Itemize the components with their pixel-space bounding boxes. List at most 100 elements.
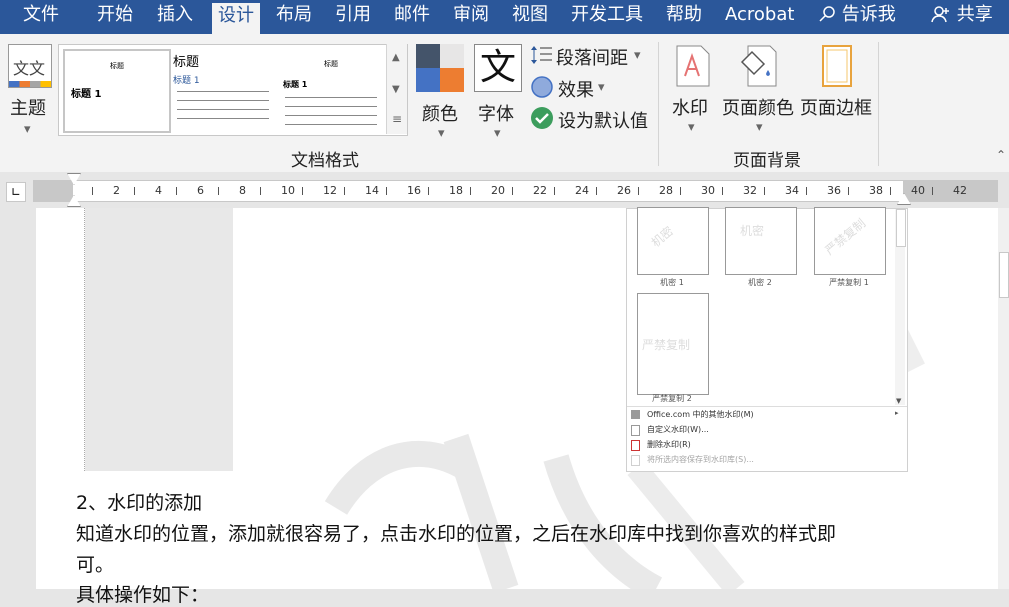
collapse-ribbon-icon[interactable]: ⌃ bbox=[996, 148, 1006, 162]
share-label: 共享 bbox=[956, 4, 993, 25]
ruler-tick-mark bbox=[806, 187, 807, 195]
style-set-item[interactable]: 标题 标题 1 bbox=[171, 49, 275, 129]
fonts-button[interactable]: 文 字体 ▾ bbox=[472, 42, 524, 142]
paragraph-spacing-label: 段落间距 bbox=[556, 48, 628, 69]
watermark-gallery-item[interactable]: 机密 bbox=[637, 207, 709, 275]
page-borders-button[interactable]: 页面边框 bbox=[800, 44, 874, 144]
gallery-scroll-thumb[interactable] bbox=[896, 209, 906, 247]
themes-icon: 文文 bbox=[8, 44, 52, 88]
save-selection-icon bbox=[631, 455, 640, 466]
chevron-down-icon: ▾ bbox=[438, 126, 445, 141]
ribbon-tab-bar: 文件 开始 插入 设计 布局 引用 邮件 审阅 视图 开发工具 帮助 Acrob… bbox=[0, 0, 1009, 37]
themes-button[interactable]: 文文 主题 ▾ bbox=[4, 42, 54, 142]
document-vertical-scrollbar[interactable] bbox=[998, 208, 1009, 589]
ruler-tick-label: 36 bbox=[827, 184, 841, 197]
tab-developer[interactable]: 开发工具 bbox=[571, 0, 643, 34]
style-body-preview bbox=[285, 91, 377, 131]
watermark-icon bbox=[676, 45, 710, 87]
style-title: 标题 bbox=[110, 62, 124, 70]
ribbon-design: 文文 主题 ▾ 标题 标题 1 标题 标题 1 标题 标题 1 ▲ ▼ ≡ 颜色… bbox=[0, 34, 1009, 173]
watermark-gallery-item[interactable]: 严禁复制 bbox=[814, 207, 886, 275]
chevron-down-icon[interactable]: ▼ bbox=[896, 397, 901, 405]
watermark-button[interactable]: 水印 ▾ bbox=[670, 44, 716, 144]
ruler-tick-label: 32 bbox=[743, 184, 757, 197]
menu-item-label: 将所选内容保存到水印库(S)... bbox=[647, 455, 754, 464]
watermark-gallery-item[interactable]: 机密 bbox=[725, 207, 797, 275]
tell-me-search[interactable]: 告诉我 bbox=[818, 0, 896, 34]
tab-references[interactable]: 引用 bbox=[335, 0, 371, 34]
set-as-default-button[interactable]: 设为默认值 bbox=[530, 106, 652, 132]
menu-more-watermarks[interactable]: Office.com 中的其他水印(M) ▸ bbox=[627, 408, 907, 422]
tab-selector[interactable]: ∟ bbox=[6, 182, 26, 202]
chevron-down-icon[interactable]: ▼ bbox=[392, 84, 400, 95]
tab-mailings[interactable]: 邮件 bbox=[394, 0, 430, 34]
menu-custom-watermark[interactable]: 自定义水印(W)... bbox=[627, 423, 907, 437]
horizontal-ruler[interactable]: 2 4 6 8 10 12 14 16 18 20 22 24 26 28 30 32 34 36 38 40 42 bbox=[33, 173, 998, 207]
watermark-label: 水印 bbox=[672, 98, 708, 119]
watermark-gallery-panel: 机密 机密 1 机密 机密 2 严禁复制 严禁复制 1 严禁复制 严禁复制 2 … bbox=[626, 207, 908, 472]
watermark-gallery-item[interactable]: 严禁复制 bbox=[637, 293, 709, 395]
chevron-up-icon[interactable]: ▲ bbox=[392, 52, 400, 63]
ruler-tick-label: 34 bbox=[785, 184, 799, 197]
style-set-item[interactable]: 标题 标题 1 bbox=[279, 49, 383, 129]
tab-help[interactable]: 帮助 bbox=[666, 0, 702, 34]
tab-layout[interactable]: 布局 bbox=[276, 0, 312, 34]
group-divider bbox=[658, 42, 659, 166]
remove-watermark-icon bbox=[631, 440, 640, 451]
ruler-tick-label: 4 bbox=[155, 184, 162, 197]
ruler-tick-label: 40 bbox=[911, 184, 925, 197]
menu-remove-watermark[interactable]: 删除水印(R) bbox=[627, 438, 907, 452]
ruler-tick-label: 6 bbox=[197, 184, 204, 197]
horizontal-ruler-area: ∟ 2 4 6 8 10 12 14 16 18 20 22 24 26 28 30 32 34 36 38 40 42 bbox=[0, 172, 1009, 208]
ruler-tick-mark bbox=[134, 187, 135, 195]
ruler-tick-mark bbox=[92, 187, 93, 195]
ruler-tick-label: 28 bbox=[659, 184, 673, 197]
menu-item-label: 删除水印(R) bbox=[647, 440, 691, 449]
page-color-button[interactable]: 页面颜色 ▾ bbox=[722, 44, 796, 144]
ruler-tick-mark bbox=[218, 187, 219, 195]
fonts-icon-glyph: 文 bbox=[479, 47, 516, 88]
gallery-scrollbar[interactable]: ▼ bbox=[895, 209, 906, 405]
chevron-down-icon: ▾ bbox=[634, 48, 641, 63]
watermark-preview-text: 严禁复制 bbox=[822, 216, 869, 258]
search-icon bbox=[819, 6, 835, 22]
panel-divider bbox=[627, 406, 907, 407]
gallery-scroll[interactable]: ▲ ▼ ≡ bbox=[386, 44, 407, 134]
tab-file[interactable]: 文件 bbox=[23, 0, 59, 34]
chevron-down-icon: ▾ bbox=[756, 120, 763, 135]
colors-label: 颜色 bbox=[422, 104, 458, 125]
office-icon bbox=[631, 410, 640, 419]
watermark-preview-text: 严禁复制 bbox=[642, 338, 691, 352]
tab-acrobat[interactable]: Acrobat bbox=[725, 0, 794, 34]
tab-review[interactable]: 审阅 bbox=[453, 0, 489, 34]
document-icon bbox=[631, 425, 640, 436]
style-set-item[interactable]: 标题 标题 1 bbox=[63, 49, 171, 133]
ruler-tick-label: 12 bbox=[323, 184, 337, 197]
chevron-down-icon: ▾ bbox=[598, 80, 605, 95]
chevron-right-icon: ▸ bbox=[895, 409, 899, 417]
tab-view[interactable]: 视图 bbox=[512, 0, 548, 34]
colors-button[interactable]: 颜色 ▾ bbox=[414, 42, 466, 142]
share-button[interactable]: 共享 bbox=[931, 0, 993, 34]
fonts-label: 字体 bbox=[478, 104, 514, 125]
page-borders-label: 页面边框 bbox=[800, 98, 872, 119]
person-add-icon bbox=[931, 6, 949, 23]
ruler-tick-label: 2 bbox=[113, 184, 120, 197]
ruler-tick-mark bbox=[512, 187, 513, 195]
ruler-left-margin bbox=[33, 181, 73, 201]
watermark-preview-text: 机密 bbox=[740, 224, 765, 238]
paragraph-spacing-button[interactable]: 段落间距 ▾ bbox=[530, 44, 650, 69]
ruler-tick-mark bbox=[554, 187, 555, 195]
ruler-tick-label: 24 bbox=[575, 184, 589, 197]
ruler-tick-mark bbox=[764, 187, 765, 195]
watermark-item-label: 机密 2 bbox=[748, 278, 772, 287]
tab-insert[interactable]: 插入 bbox=[157, 0, 193, 34]
gallery-more-icon[interactable]: ≡ bbox=[392, 112, 402, 126]
style-title: 标题 bbox=[173, 55, 200, 70]
menu-item-label: Office.com 中的其他水印(M) bbox=[647, 410, 754, 419]
tab-design[interactable]: 设计 bbox=[212, 3, 260, 37]
ruler-tick-mark bbox=[176, 187, 177, 195]
effects-button[interactable]: 效果 ▾ bbox=[530, 75, 620, 101]
tab-home[interactable]: 开始 bbox=[97, 0, 133, 34]
document-scroll-thumb[interactable] bbox=[999, 252, 1009, 298]
